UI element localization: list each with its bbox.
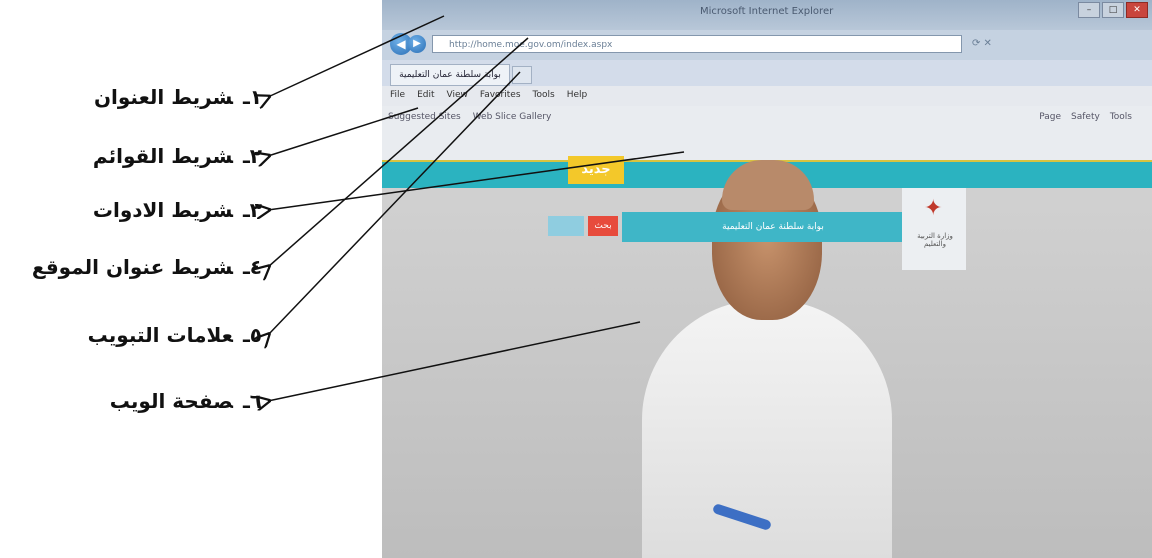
logo-caption: وزارة التربية والتعليم xyxy=(917,232,953,248)
emblem-icon: ✦ xyxy=(924,196,943,221)
browser-screenshot: Microsoft Internet Explorer – □ ✕ ◀ ▶ ht… xyxy=(382,0,1152,558)
legend-number: ٥ـ xyxy=(242,323,262,347)
legend-label: شريط القوائم xyxy=(92,144,233,168)
close-icon[interactable]: ✕ xyxy=(1126,2,1148,18)
command-tools[interactable]: Tools xyxy=(1110,112,1132,122)
refresh-icon[interactable]: ⟳ ✕ xyxy=(972,38,992,49)
legend-number: ٦ـ xyxy=(242,389,262,413)
address-field[interactable]: http://home.moe.gov.om/index.aspx xyxy=(432,35,962,53)
legend-number: ٣ـ xyxy=(242,198,262,222)
legend-label: شريط عنوان الموقع xyxy=(31,255,233,279)
browser-tab[interactable]: بوابة سلطنة عمان التعليمية xyxy=(390,64,510,86)
site-banner: بوابة سلطنة عمان التعليمية xyxy=(622,212,924,242)
legend-item-title-bar: ١ـ شريط العنوان xyxy=(94,85,262,109)
legend: ١ـ شريط العنوان ٢ـ شريط القوائم ٣ـ شريط الا… xyxy=(0,0,380,558)
legend-item-tabs: ٥ـ علامات التبويب xyxy=(88,323,262,347)
favorite-suggested-sites[interactable]: Suggested Sites xyxy=(388,112,461,122)
favorite-web-slice-gallery[interactable]: Web Slice Gallery xyxy=(473,112,552,122)
menu-help[interactable]: Help xyxy=(567,90,588,100)
menu-favorites[interactable]: Favorites xyxy=(480,90,521,100)
address-row: ◀ ▶ http://home.moe.gov.om/index.aspx ⟳ … xyxy=(382,30,1152,60)
menu-bar: File Edit View Favorites Tools Help xyxy=(382,86,1152,106)
tab-row: بوابة سلطنة عمان التعليمية xyxy=(382,60,1152,86)
legend-item-toolbar: ٣ـ شريط الادوات xyxy=(93,198,262,222)
maximize-icon[interactable]: □ xyxy=(1102,2,1124,18)
forward-icon[interactable]: ▶ xyxy=(408,35,426,53)
menu-edit[interactable]: Edit xyxy=(417,90,434,100)
menu-view[interactable]: View xyxy=(447,90,468,100)
legend-label: شريط الادوات xyxy=(92,198,233,222)
command-safety[interactable]: Safety xyxy=(1071,112,1100,122)
search-button[interactable]: بحث xyxy=(588,216,618,236)
legend-number: ١ـ xyxy=(242,85,262,109)
command-page[interactable]: Page xyxy=(1039,112,1061,122)
menu-tools[interactable]: Tools xyxy=(533,90,555,100)
legend-item-webpage: ٦ـ صفحة الويب xyxy=(110,389,262,413)
new-tab-icon[interactable] xyxy=(512,66,532,84)
menu-file[interactable]: File xyxy=(390,90,405,100)
legend-item-address-bar: ٤ـ شريط عنوان الموقع xyxy=(32,255,262,279)
social-icons[interactable] xyxy=(548,216,584,236)
legend-item-menu-bar: ٢ـ شريط القوائم xyxy=(93,144,262,168)
new-tag[interactable]: جديد xyxy=(568,156,624,184)
legend-number: ٢ـ xyxy=(242,144,262,168)
window-controls: – □ ✕ xyxy=(1078,2,1148,18)
legend-label: شريط العنوان xyxy=(93,85,233,109)
legend-label: صفحة الويب xyxy=(109,389,233,413)
title-bar: Microsoft Internet Explorer – □ ✕ xyxy=(382,0,1152,30)
favorites-toolbar: Suggested Sites Web Slice Gallery Page S… xyxy=(382,106,1152,162)
legend-label: علامات التبويب xyxy=(87,323,233,347)
window-title: Microsoft Internet Explorer xyxy=(700,6,834,17)
minimize-icon[interactable]: – xyxy=(1078,2,1100,18)
legend-number: ٤ـ xyxy=(242,255,262,279)
